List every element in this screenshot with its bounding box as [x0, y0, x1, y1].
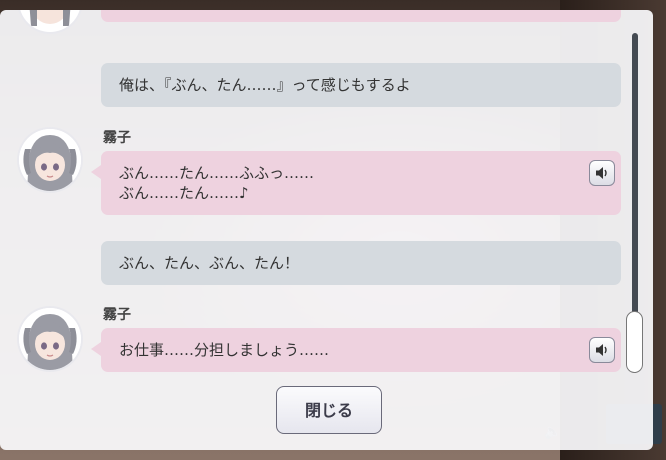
character-avatar-icon: [19, 129, 81, 191]
speaker-icon: [596, 344, 607, 356]
avatar: [19, 10, 81, 32]
message-log-list[interactable]: 俺は、『ぶん、たん……』って感じもするよ 霧子 ぶん……たん……ふふっ…… ぶん…: [0, 10, 630, 372]
log-scrollbar-thumb[interactable]: [627, 312, 642, 372]
message-text: お仕事……分担しましょう……: [119, 341, 330, 359]
npc-message-bubble: お仕事……分担しましょう……: [91, 328, 621, 372]
speaker-name: 霧子: [103, 307, 131, 323]
speaker-icon: [596, 167, 607, 179]
message-text: ぶん……たん……ふふっ…… ぶん……たん……♪: [119, 164, 315, 202]
character-avatar-icon: [19, 308, 81, 370]
message-log-dialog: 俺は、『ぶん、たん……』って感じもするよ 霧子 ぶん……たん……ふふっ…… ぶん…: [0, 10, 653, 450]
message-text: ぶん、たん、ぶん、たん！: [119, 254, 300, 272]
avatar: [19, 129, 81, 191]
player-message-bubble: 俺は、『ぶん、たん……』って感じもするよ: [101, 63, 621, 107]
voice-playback-button[interactable]: [589, 337, 615, 363]
close-button[interactable]: 閉じる: [276, 386, 382, 434]
speaker-name: 霧子: [103, 130, 131, 146]
message-bubble-partial: [101, 10, 621, 22]
message-text: 俺は、『ぶん、たん……』って感じもするよ: [119, 76, 411, 94]
voice-playback-button[interactable]: [589, 160, 615, 186]
npc-message-bubble: ぶん……たん……ふふっ…… ぶん……たん……♪: [91, 151, 621, 215]
avatar: [19, 308, 81, 370]
player-message-bubble: ぶん、たん、ぶん、たん！: [101, 241, 621, 285]
